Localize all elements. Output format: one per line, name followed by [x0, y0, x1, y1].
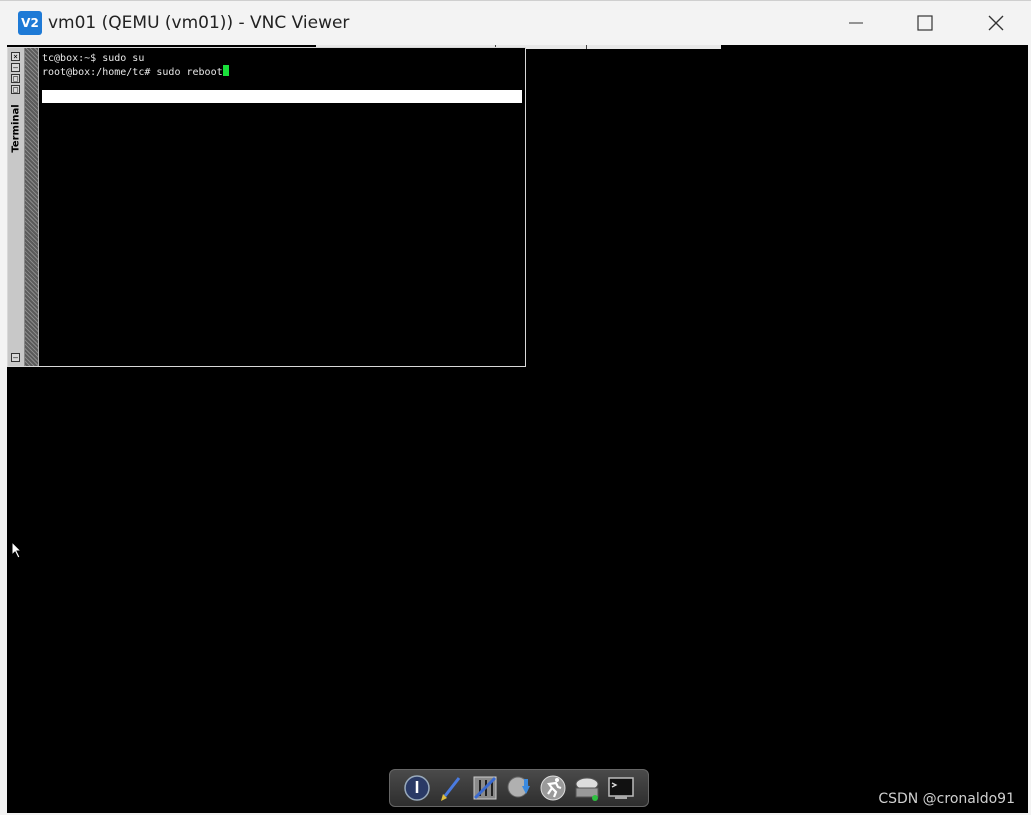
window-titlebar[interactable]: V2 vm01 (QEMU (vm01)) - VNC Viewer [0, 0, 1031, 45]
terminal-shade-button[interactable]: – [11, 63, 20, 72]
terminal-selection-bar [42, 90, 522, 103]
terminal-window[interactable]: × – □ □ Terminal – tc@box:~$ sudo su roo… [7, 47, 526, 367]
maximize-icon [917, 15, 933, 31]
strip-tick [586, 45, 587, 49]
close-button[interactable] [962, 1, 1030, 45]
maximize-button[interactable] [891, 1, 959, 45]
minimize-button[interactable] [822, 1, 890, 45]
terminal-line-with-cursor: root@box:/home/tc# sudo reboot [42, 65, 229, 79]
window-title: vm01 (QEMU (vm01)) - VNC Viewer [48, 13, 350, 33]
terminal-maximize-button[interactable]: □ [11, 85, 20, 94]
run-icon[interactable] [538, 773, 568, 803]
terminal-output[interactable]: tc@box:~$ sudo su root@box:/home/tc# sud… [39, 48, 525, 366]
vnc-app-icon[interactable]: V2 [18, 11, 42, 35]
terminal-icon[interactable] [606, 773, 636, 803]
terminal-frame-handle[interactable] [25, 48, 39, 366]
power-icon[interactable] [402, 773, 432, 803]
control-panel-icon[interactable] [470, 773, 500, 803]
terminal-close-button[interactable]: × [11, 52, 20, 61]
brush-icon[interactable] [436, 773, 466, 803]
watermark-text: CSDN @cronaldo91 [878, 791, 1015, 807]
terminal-sidebar[interactable]: × – □ □ Terminal – [8, 48, 25, 366]
mouse-pointer-icon [11, 541, 23, 559]
launcher-dock[interactable] [389, 769, 649, 807]
remote-desktop[interactable]: × – □ □ Terminal – tc@box:~$ sudo su roo… [7, 45, 1028, 813]
close-icon [988, 15, 1004, 31]
terminal-iconify-button[interactable]: □ [11, 74, 20, 83]
mount-drive-icon[interactable] [572, 773, 602, 803]
text-cursor [222, 65, 229, 76]
terminal-title: Terminal [10, 103, 22, 153]
terminal-line: tc@box:~$ sudo su [42, 53, 145, 64]
terminal-line: root@box:/home/tc# sudo reboot [42, 67, 223, 78]
minimize-icon [849, 22, 863, 24]
terminal-resize-button[interactable]: – [11, 353, 20, 362]
apps-install-icon[interactable] [504, 773, 534, 803]
